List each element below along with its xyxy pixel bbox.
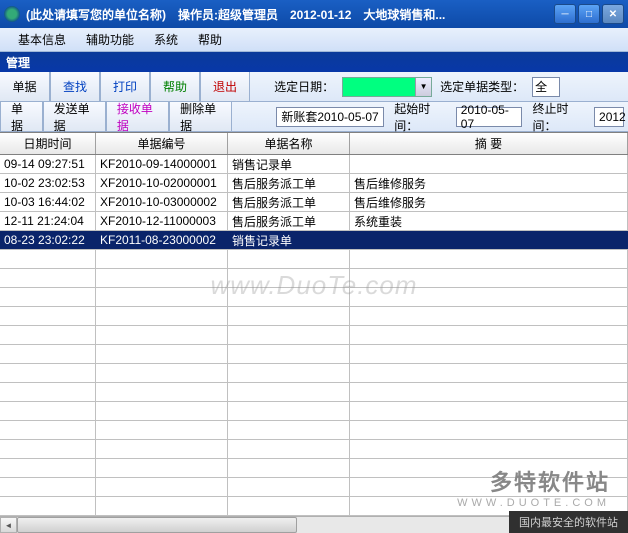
- table-row-empty[interactable]: [0, 307, 628, 326]
- table-row-empty[interactable]: [0, 269, 628, 288]
- btn-print[interactable]: 打印: [100, 72, 150, 101]
- scroll-thumb[interactable]: [17, 517, 297, 533]
- minimize-button[interactable]: ─: [554, 4, 576, 24]
- toolbar-secondary: 单据 发送单据 接收单据 删除单据 新账套2010-05-07 起始时间： 20…: [0, 102, 628, 132]
- cell-datetime: 10-03 16:44:02: [0, 193, 96, 211]
- btn-send[interactable]: 发送单据: [43, 102, 106, 131]
- app-icon: [4, 6, 20, 22]
- cell-docno: KF2011-08-23000002: [96, 231, 228, 249]
- btn-del[interactable]: 删除单据: [169, 102, 232, 131]
- cell-summary: [350, 155, 628, 173]
- cell-datetime: 08-23 23:02:22: [0, 231, 96, 249]
- table-row-empty[interactable]: [0, 250, 628, 269]
- window-title: (此处请填写您的单位名称) 操作员:超级管理员 2012-01-12 大地球销售…: [26, 6, 554, 23]
- close-button[interactable]: ✕: [602, 4, 624, 24]
- btn-find[interactable]: 查找: [50, 72, 100, 101]
- menu-aux[interactable]: 辅助功能: [76, 31, 144, 48]
- cell-docname: 售后服务派工单: [228, 193, 350, 211]
- menu-bar: 基本信息 辅助功能 系统 帮助: [0, 28, 628, 52]
- toolbar-primary: 单据 查找 打印 帮助 退出 选定日期： ▼ 选定单据类型： 全: [0, 72, 628, 102]
- label-start-time: 起始时间：: [388, 102, 452, 131]
- cell-docname: 售后服务派工单: [228, 174, 350, 192]
- menu-system[interactable]: 系统: [144, 31, 188, 48]
- table-row[interactable]: 08-23 23:02:22KF2011-08-23000002销售记录单: [0, 231, 628, 250]
- cell-docno: XF2010-12-11000003: [96, 212, 228, 230]
- table-row-empty[interactable]: [0, 345, 628, 364]
- start-time-field[interactable]: 2010-05-07: [456, 107, 523, 127]
- table-row-empty[interactable]: [0, 421, 628, 440]
- label-end-time: 终止时间：: [526, 102, 590, 131]
- btn-exit[interactable]: 退出: [200, 72, 250, 101]
- table-row[interactable]: 10-02 23:02:53XF2010-10-02000001售后服务派工单售…: [0, 174, 628, 193]
- cell-summary: [350, 231, 628, 249]
- menu-help[interactable]: 帮助: [188, 31, 232, 48]
- col-datetime[interactable]: 日期时间: [0, 133, 96, 154]
- table-row-empty[interactable]: [0, 478, 628, 497]
- col-docno[interactable]: 单据编号: [96, 133, 228, 154]
- end-time-field[interactable]: 2012: [594, 107, 624, 127]
- cell-datetime: 12-11 21:24:04: [0, 212, 96, 230]
- table-row-empty[interactable]: [0, 383, 628, 402]
- table-row[interactable]: 12-11 21:24:04XF2010-12-11000003售后服务派工单系…: [0, 212, 628, 231]
- grid-body: 09-14 09:27:51KF2010-09-14000001销售记录单10-…: [0, 155, 628, 533]
- combo-select-date[interactable]: ▼: [342, 77, 432, 97]
- cell-docno: KF2010-09-14000001: [96, 155, 228, 173]
- cell-docname: 销售记录单: [228, 155, 350, 173]
- cell-docname: 售后服务派工单: [228, 212, 350, 230]
- panel-title: 管理: [0, 52, 628, 72]
- table-row-empty[interactable]: [0, 440, 628, 459]
- table-row-empty[interactable]: [0, 288, 628, 307]
- col-summary[interactable]: 摘 要: [350, 133, 628, 154]
- footer-bar: 国内最安全的软件站: [509, 511, 628, 533]
- table-row-empty[interactable]: [0, 326, 628, 345]
- btn-danju2[interactable]: 单据: [0, 102, 43, 131]
- start-time-value: 2010-05-07: [461, 103, 518, 131]
- account-set-field[interactable]: 新账套2010-05-07: [276, 107, 384, 127]
- combo-select-type-value: 全: [535, 78, 547, 95]
- table-row-empty[interactable]: [0, 364, 628, 383]
- cell-datetime: 09-14 09:27:51: [0, 155, 96, 173]
- cell-summary: 售后维修服务: [350, 174, 628, 192]
- label-select-date: 选定日期：: [270, 72, 338, 101]
- table-row-empty[interactable]: [0, 402, 628, 421]
- cell-docno: XF2010-10-03000002: [96, 193, 228, 211]
- cell-datetime: 10-02 23:02:53: [0, 174, 96, 192]
- btn-recv[interactable]: 接收单据: [106, 102, 169, 131]
- cell-summary: 系统重装: [350, 212, 628, 230]
- combo-select-type[interactable]: 全: [532, 77, 560, 97]
- scroll-left-icon[interactable]: ◄: [0, 517, 17, 533]
- table-row-empty[interactable]: [0, 459, 628, 478]
- btn-danju[interactable]: 单据: [0, 72, 50, 101]
- col-docname[interactable]: 单据名称: [228, 133, 350, 154]
- end-time-value: 2012: [599, 110, 626, 124]
- data-grid: 日期时间 单据编号 单据名称 摘 要 09-14 09:27:51KF2010-…: [0, 132, 628, 533]
- table-row[interactable]: 09-14 09:27:51KF2010-09-14000001销售记录单: [0, 155, 628, 174]
- btn-help[interactable]: 帮助: [150, 72, 200, 101]
- menu-basic-info[interactable]: 基本信息: [8, 31, 76, 48]
- grid-header: 日期时间 单据编号 单据名称 摘 要: [0, 133, 628, 155]
- maximize-button[interactable]: □: [578, 4, 600, 24]
- table-row[interactable]: 10-03 16:44:02XF2010-10-03000002售后服务派工单售…: [0, 193, 628, 212]
- cell-summary: 售后维修服务: [350, 193, 628, 211]
- window-titlebar: (此处请填写您的单位名称) 操作员:超级管理员 2012-01-12 大地球销售…: [0, 0, 628, 28]
- chevron-down-icon: ▼: [415, 78, 431, 96]
- account-set-value: 新账套2010-05-07: [281, 108, 378, 125]
- cell-docno: XF2010-10-02000001: [96, 174, 228, 192]
- cell-docname: 销售记录单: [228, 231, 350, 249]
- label-select-type: 选定单据类型：: [436, 72, 528, 101]
